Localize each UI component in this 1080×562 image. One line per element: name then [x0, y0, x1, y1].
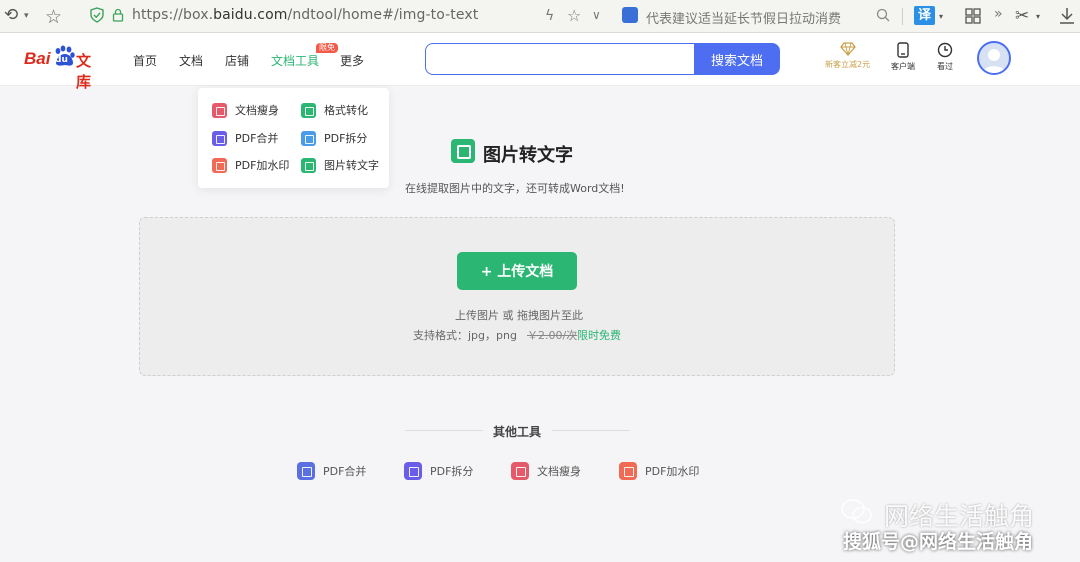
- translate-icon[interactable]: 译: [914, 6, 935, 25]
- url-domain: baidu.com: [213, 7, 288, 23]
- pdf-watermark-icon: [619, 462, 637, 480]
- translate-dropdown-icon[interactable]: ▾: [939, 12, 943, 21]
- nav-documents[interactable]: 文档: [179, 52, 203, 69]
- dropdown-item-img-to-text[interactable]: 图片转文字: [301, 156, 379, 174]
- apps-grid-icon[interactable]: [965, 8, 981, 24]
- pdf-split-icon: [301, 130, 316, 146]
- doc-tools-dropdown: 文档瘦身 格式转化 PDF合并 PDF拆分 PDF加水印 图片转文字: [198, 88, 389, 188]
- pdf-merge-icon: [297, 462, 315, 480]
- dropdown-item-label: PDF合并: [235, 132, 279, 145]
- back-icon[interactable]: ⟲: [4, 7, 18, 24]
- other-tool-label: PDF合并: [323, 465, 367, 478]
- other-tool-label: 文档瘦身: [537, 465, 581, 478]
- url-path: /ndtool/home#/img-to-text: [287, 7, 479, 23]
- divider-right: [552, 430, 630, 431]
- page-subtitle: 在线提取图片中的文字，还可转成Word文档!: [405, 182, 625, 195]
- more-tools-icon[interactable]: »: [994, 6, 1003, 22]
- nav-doc-tools[interactable]: 文档工具: [271, 52, 319, 69]
- nav-shops[interactable]: 店铺: [225, 52, 249, 69]
- supported-formats: 支持格式：jpg，png: [413, 329, 517, 342]
- dropdown-item-label: 格式转化: [324, 104, 368, 117]
- dropdown-item-label: PDF拆分: [324, 132, 368, 145]
- original-price: ￥2.00/次: [527, 329, 578, 342]
- wechat-icon: [841, 499, 872, 524]
- toolbar-divider: [902, 8, 903, 25]
- other-tool-pdf-split[interactable]: PDF拆分: [404, 462, 473, 480]
- pdf-watermark-icon: [212, 157, 227, 173]
- lock-icon: [112, 8, 124, 22]
- img-to-text-icon: [301, 157, 316, 173]
- history[interactable]: 看过: [937, 42, 953, 72]
- browser-toolbar: ⟲ ▾ ☆ https://box.baidu.com/ndtool/home#…: [0, 0, 1080, 33]
- search-icon[interactable]: [876, 8, 890, 22]
- search-button[interactable]: 搜索文档: [694, 43, 780, 75]
- url-prefix: https://box.: [132, 7, 214, 23]
- doc-slim-icon: [511, 462, 529, 480]
- upload-button[interactable]: + 上传文档: [457, 252, 577, 290]
- dropdown-item-pdf-merge[interactable]: PDF合并: [212, 129, 278, 147]
- watermark-line2: 搜狐号@网络生活触角: [843, 531, 1034, 553]
- img-to-text-title-icon: [451, 139, 475, 163]
- user-silhouette-icon: [983, 49, 1005, 73]
- vip-offer[interactable]: 新客立减2元: [825, 42, 870, 70]
- dropdown-item-pdf-watermark[interactable]: PDF加水印: [212, 156, 289, 174]
- dropdown-item-pdf-split[interactable]: PDF拆分: [301, 129, 367, 147]
- mobile-device-icon: [897, 42, 909, 58]
- dropdown-item-label: 文档瘦身: [235, 104, 279, 117]
- nav-home[interactable]: 首页: [133, 52, 157, 69]
- dropdown-item-format-convert[interactable]: 格式转化: [301, 101, 368, 119]
- site-header: Bai du 文库 首页 文档 店铺 文档工具 限免 更多 搜索文档 新客立减2…: [0, 33, 1080, 91]
- address-bar[interactable]: https://box.baidu.com/ndtool/home#/img-t…: [132, 7, 478, 23]
- baidu-wenku-logo[interactable]: Bai du 文库: [24, 41, 104, 91]
- pdf-split-icon: [404, 462, 422, 480]
- back-dropdown-icon[interactable]: ▾: [24, 11, 29, 21]
- scissors-icon[interactable]: ✂: [1015, 6, 1029, 26]
- bookmark-star-icon[interactable]: ☆: [45, 6, 62, 28]
- vip-offer-label: 新客立减2元: [825, 60, 871, 69]
- baidu-paw-icon: [622, 7, 638, 23]
- format-convert-icon: [301, 102, 316, 118]
- doc-slim-icon: [212, 102, 227, 118]
- logo-text-wenku: 文库: [76, 52, 92, 91]
- user-avatar[interactable]: [977, 41, 1011, 75]
- logo-text-du: du: [55, 55, 68, 65]
- dropdown-item-label: PDF加水印: [235, 159, 290, 172]
- lightning-icon[interactable]: ϟ: [545, 8, 554, 24]
- history-label: 看过: [937, 62, 953, 71]
- download-icon[interactable]: [1058, 6, 1076, 26]
- favorite-star-icon[interactable]: ☆: [567, 6, 581, 25]
- pdf-merge-icon: [212, 130, 227, 146]
- chevron-down-icon[interactable]: ∨: [592, 8, 601, 22]
- dropdown-item-doc-slim[interactable]: 文档瘦身: [212, 101, 279, 119]
- other-tool-label: PDF拆分: [430, 465, 474, 478]
- secure-shield-icon[interactable]: [90, 7, 104, 23]
- other-tools-title: 其他工具: [493, 425, 542, 439]
- dropdown-item-label: 图片转文字: [324, 159, 379, 172]
- scissors-dropdown-icon[interactable]: ▾: [1036, 12, 1040, 21]
- search-input[interactable]: [425, 43, 697, 75]
- divider-left: [405, 430, 483, 431]
- upload-drop-zone[interactable]: [139, 217, 895, 376]
- upload-hint: 上传图片 或 拖拽图片至此: [455, 309, 583, 322]
- other-tool-pdf-merge[interactable]: PDF合并: [297, 462, 366, 480]
- logo-text-bai: Bai: [24, 49, 51, 68]
- client-download[interactable]: 客户端: [891, 42, 915, 72]
- other-tool-pdf-watermark[interactable]: PDF加水印: [619, 462, 699, 480]
- clock-icon: [937, 42, 953, 58]
- other-tool-doc-slim[interactable]: 文档瘦身: [511, 462, 581, 480]
- other-tool-label: PDF加水印: [645, 465, 700, 478]
- limited-free-badge: 限免: [316, 43, 338, 53]
- page-title: 图片转文字: [483, 145, 573, 166]
- news-ticker[interactable]: 代表建议适当延长节假日拉动消费: [646, 8, 841, 27]
- client-label: 客户端: [891, 62, 915, 71]
- nav-more[interactable]: 更多: [340, 52, 364, 69]
- free-label: 限时免费: [577, 329, 621, 342]
- diamond-icon: [839, 42, 856, 56]
